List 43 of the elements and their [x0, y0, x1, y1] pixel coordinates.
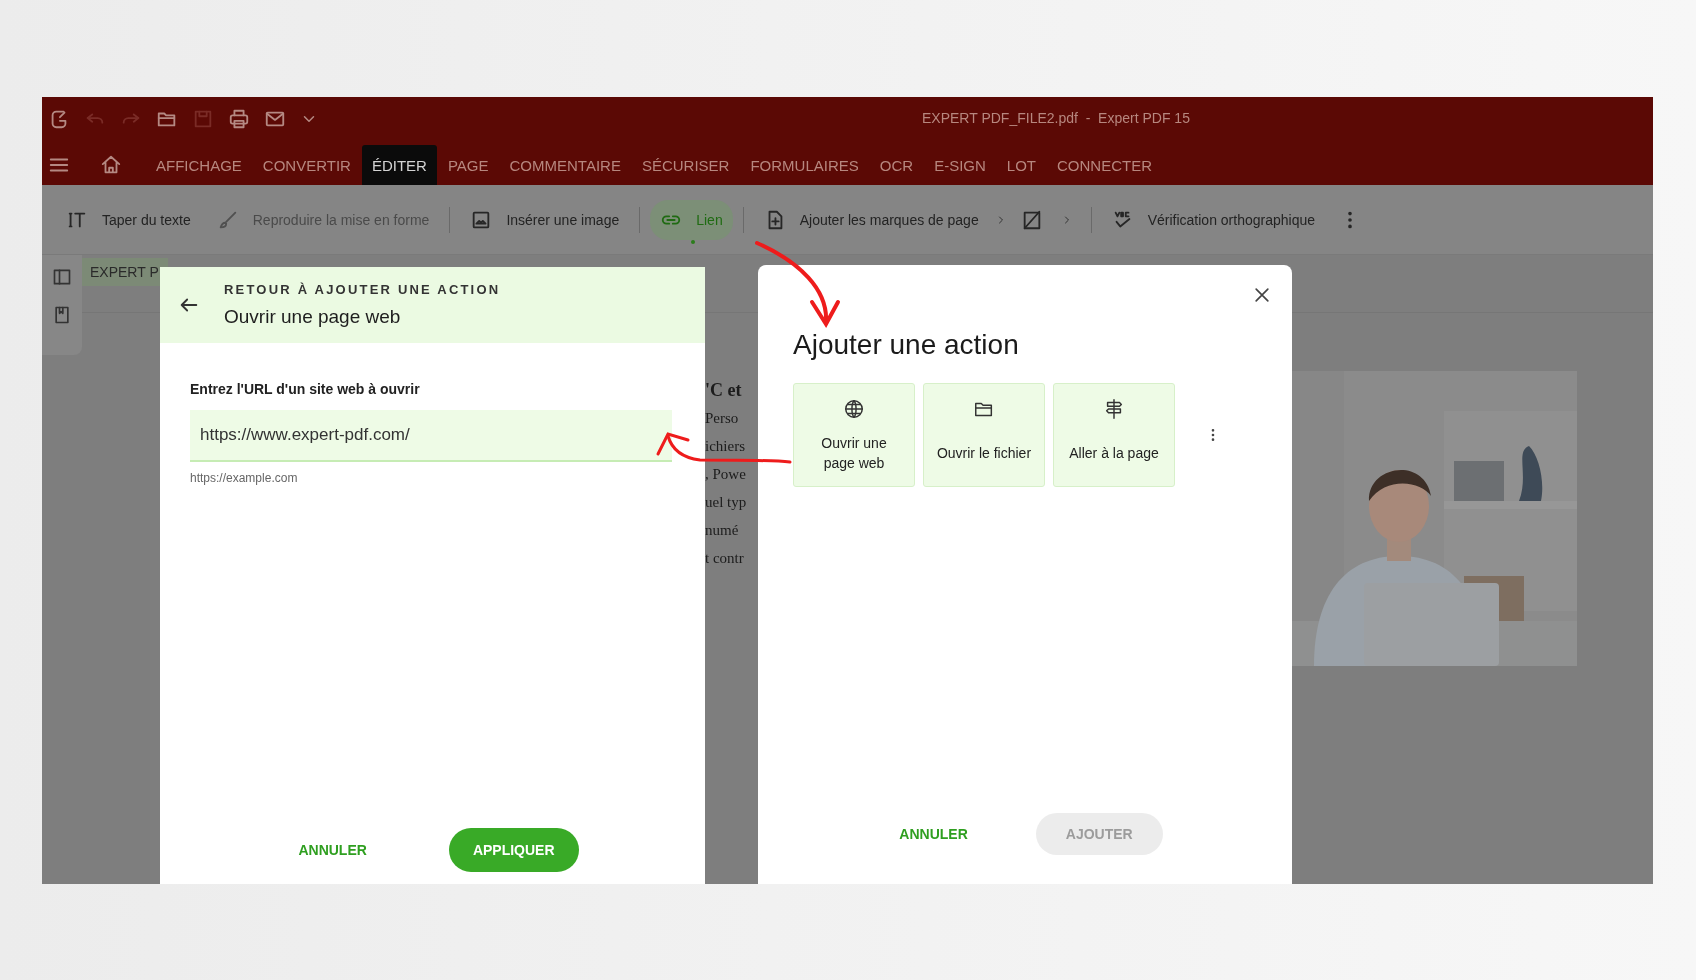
menu-tab[interactable]: ÉDITER — [361, 145, 437, 185]
bookmark-panel-icon[interactable] — [52, 305, 72, 325]
menu-tab[interactable]: AFFICHAGE — [146, 145, 252, 185]
panel-icon[interactable] — [52, 267, 72, 287]
toolbar-button[interactable]: Ajouter les marques de page — [753, 199, 989, 240]
action-card[interactable]: Ouvrir le fichier — [923, 383, 1045, 487]
field-label: Entrez l'URL d'un site web à ouvrir — [190, 381, 421, 397]
menu-tab[interactable]: FORMULAIRES — [740, 145, 869, 185]
menu-tab[interactable]: PAGE — [437, 145, 499, 185]
document-tab[interactable]: EXPERT P — [82, 258, 168, 286]
globe-icon — [843, 398, 865, 420]
action-card[interactable]: Ouvrir une page web — [793, 383, 915, 487]
menu-tab[interactable]: E-SIGN — [924, 145, 996, 185]
document-text: t contr — [705, 549, 745, 568]
url-field[interactable]: https://www.expert-pdf.com/ — [190, 410, 672, 462]
menu-tab[interactable]: CONNECTER — [1047, 145, 1163, 185]
document-text: , Powe — [705, 465, 747, 484]
menu-tab[interactable]: CONVERTIR — [252, 145, 361, 185]
menu-tab[interactable]: LOT — [996, 145, 1046, 185]
primary-button[interactable]: APPLIQUER — [448, 828, 579, 872]
toolbar-button[interactable]: Taper du texte — [56, 199, 201, 240]
toolbar-button[interactable]: Insérer une image — [460, 199, 630, 240]
menu-tab[interactable]: COMMENTAIRE — [499, 145, 631, 185]
signpost-icon — [1103, 398, 1125, 420]
back-link[interactable]: RETOUR À AJOUTER UNE ACTION — [224, 282, 501, 297]
toolbar-button[interactable]: Vérification orthographique — [1101, 199, 1326, 240]
document-text: 'C et — [705, 380, 743, 400]
dialog-title: Ouvrir une page web — [224, 306, 402, 328]
document-text: numé — [705, 521, 740, 540]
document-text: uel typ — [705, 493, 748, 512]
close-icon[interactable] — [1252, 285, 1272, 305]
dialog-title: Ajouter une action — [793, 329, 1020, 361]
document-text: ichiers — [705, 437, 746, 456]
helper-text: https://example.com — [190, 471, 299, 485]
window-title: EXPERT PDF_FILE2.pdf - Expert PDF 15 — [922, 110, 1190, 126]
text-button[interactable]: ANNULER — [286, 832, 379, 868]
action-card[interactable]: Aller à la page — [1053, 383, 1175, 487]
document-text: Perso — [705, 409, 740, 428]
printer-icon[interactable] — [228, 107, 250, 130]
menu-tab[interactable]: SÉCURISER — [631, 145, 740, 185]
home-icon[interactable] — [100, 154, 122, 176]
menu-tab[interactable]: OCR — [869, 145, 924, 185]
text-button[interactable]: ANNULER — [887, 816, 980, 852]
